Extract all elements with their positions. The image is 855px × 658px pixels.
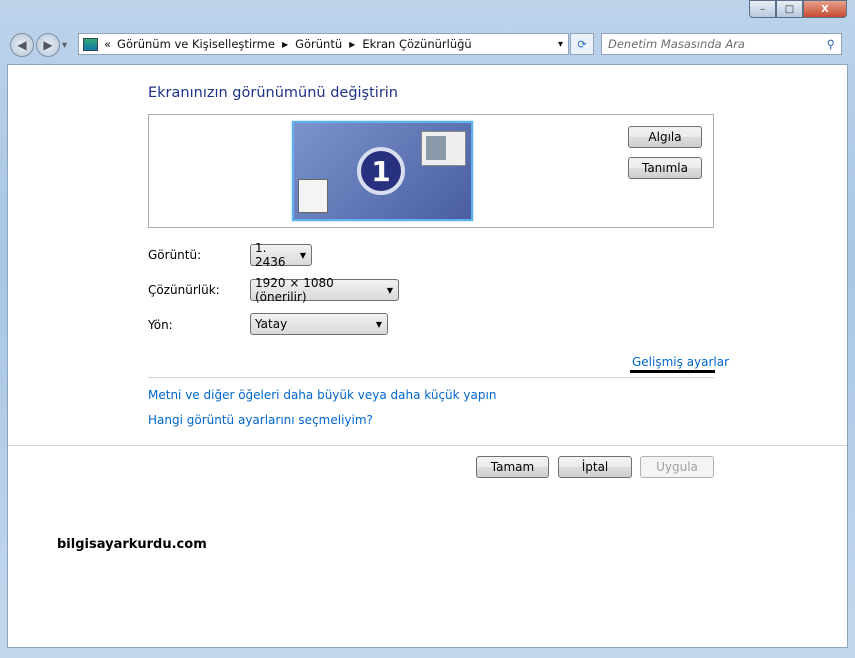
- chevron-down-icon: ▼: [375, 319, 382, 329]
- back-button[interactable]: ◀: [10, 33, 34, 57]
- window-thumbnail: [421, 131, 466, 166]
- window-controls: – □ X: [749, 0, 847, 18]
- window-thumbnail: [298, 179, 328, 213]
- breadcrumb-item[interactable]: Görünüm ve Kişiselleştirme: [117, 37, 275, 51]
- which-settings-link[interactable]: Hangi görüntü ayarlarını seçmeliyim?: [148, 413, 373, 427]
- orientation-select[interactable]: Yatay ▼: [250, 313, 388, 335]
- search-input[interactable]: Denetim Masasında Ara ⚲: [601, 33, 842, 55]
- close-button[interactable]: X: [803, 0, 847, 18]
- text-size-link[interactable]: Metni ve diğer öğeleri daha büyük veya d…: [148, 388, 496, 402]
- advanced-settings-link[interactable]: Gelişmiş ayarlar: [632, 355, 729, 369]
- chevron-right-icon[interactable]: ▶: [349, 40, 355, 49]
- monitor-1[interactable]: 1: [292, 121, 473, 221]
- maximize-button[interactable]: □: [776, 0, 803, 18]
- control-panel-icon: [83, 37, 98, 51]
- orientation-value: Yatay: [255, 317, 288, 331]
- underline-mark: [630, 370, 715, 373]
- resolution-select[interactable]: 1920 × 1080 (önerilir) ▼: [250, 276, 399, 304]
- breadcrumb-item[interactable]: Ekran Çözünürlüğü: [362, 37, 471, 51]
- history-dropdown-icon[interactable]: ▾: [62, 40, 67, 51]
- page-title: Ekranınızın görünümünü değiştirin: [148, 85, 398, 101]
- forward-button[interactable]: ▶: [36, 33, 60, 57]
- display-select[interactable]: 1. 2436 ▼: [250, 241, 312, 269]
- chevron-down-icon: ▼: [386, 285, 393, 295]
- cancel-button[interactable]: İptal: [558, 456, 632, 478]
- divider: [148, 377, 714, 378]
- orientation-label: Yön:: [148, 318, 173, 332]
- breadcrumb-item[interactable]: Görüntü: [295, 37, 342, 51]
- search-placeholder: Denetim Masasında Ara: [608, 37, 745, 51]
- refresh-icon: ⟳: [577, 37, 587, 51]
- address-dropdown-icon[interactable]: ▾: [558, 39, 563, 50]
- chevron-down-icon: ▼: [299, 250, 306, 260]
- address-bar[interactable]: « Görünüm ve Kişiselleştirme ▶ Görüntü ▶ E…: [78, 33, 569, 55]
- minimize-button[interactable]: –: [749, 0, 776, 18]
- detect-button[interactable]: Algıla: [628, 126, 702, 148]
- breadcrumb-overflow[interactable]: «: [104, 37, 111, 51]
- monitor-number: 1: [357, 147, 405, 195]
- ok-button[interactable]: Tamam: [476, 456, 549, 478]
- apply-button[interactable]: Uygula: [640, 456, 714, 478]
- refresh-button[interactable]: ⟳: [570, 33, 594, 55]
- chevron-right-icon[interactable]: ▶: [282, 40, 288, 49]
- search-icon[interactable]: ⚲: [827, 37, 835, 51]
- display-value: 1. 2436: [255, 241, 286, 269]
- divider: [8, 445, 847, 446]
- resolution-value: 1920 × 1080 (önerilir): [255, 276, 334, 304]
- resolution-label: Çözünürlük:: [148, 283, 220, 297]
- display-label: Görüntü:: [148, 248, 202, 262]
- identify-button[interactable]: Tanımla: [628, 157, 702, 179]
- watermark-text: bilgisayarkurdu.com: [57, 537, 207, 552]
- navigation-buttons: ◀ ▶ ▾: [10, 33, 67, 57]
